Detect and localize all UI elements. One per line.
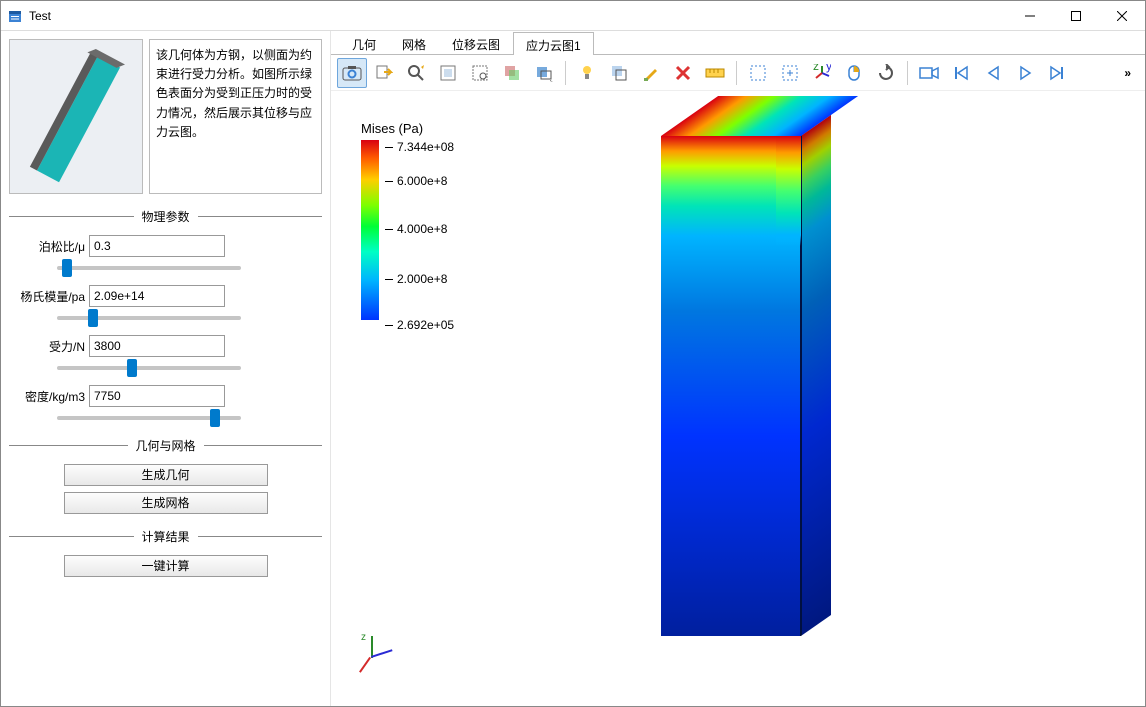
export-icon[interactable] <box>369 58 399 88</box>
poisson-label: 泊松比/μ <box>13 238 89 255</box>
legend-title: Mises (Pa) <box>361 121 423 136</box>
young-input[interactable] <box>89 285 225 307</box>
legend-tick: 7.344e+08 <box>397 140 454 154</box>
force-input[interactable] <box>89 335 225 357</box>
marquee-icon[interactable] <box>743 58 773 88</box>
svg-text:y: y <box>826 64 831 73</box>
maximize-button[interactable] <box>1053 1 1099 31</box>
compute-button[interactable]: 一键计算 <box>64 555 268 577</box>
toolbar-overflow[interactable]: » <box>1116 66 1139 80</box>
axes-triad: z <box>353 636 393 676</box>
young-label: 杨氏模量/pa <box>13 288 89 305</box>
legend-tick: 2.692e+05 <box>397 318 454 332</box>
delete-icon[interactable] <box>668 58 698 88</box>
play-icon[interactable] <box>1010 58 1040 88</box>
color-legend: Mises (Pa) 7.344e+08 6.000e+8 4.000e+8 2… <box>361 121 423 320</box>
section-physics: 物理参数 <box>9 208 322 225</box>
density-label: 密度/kg/m3 <box>13 388 89 405</box>
generate-mesh-button[interactable]: 生成网格 <box>64 492 268 514</box>
legend-tick: 6.000e+8 <box>397 174 447 188</box>
tab-displacement[interactable]: 位移云图 <box>439 31 513 54</box>
legend-tick: 4.000e+8 <box>397 222 447 236</box>
prev-frame-icon[interactable] <box>978 58 1008 88</box>
next-frame-icon[interactable] <box>1042 58 1072 88</box>
poisson-slider[interactable] <box>57 266 241 270</box>
young-slider[interactable] <box>57 316 241 320</box>
right-panel: 几何 网格 位移云图 应力云图1 zy <box>331 31 1145 706</box>
rotate-icon[interactable] <box>871 58 901 88</box>
tab-stress[interactable]: 应力云图1 <box>513 32 594 55</box>
section-geometry: 几何与网格 <box>9 437 322 454</box>
svg-text:z: z <box>813 64 819 73</box>
app-icon <box>7 8 23 24</box>
legend-colorbar <box>361 140 379 320</box>
tab-mesh[interactable]: 网格 <box>389 31 439 54</box>
toolbar: zy » <box>331 55 1145 91</box>
poisson-input[interactable] <box>89 235 225 257</box>
viewport-3d[interactable]: Mises (Pa) 7.344e+08 6.000e+8 4.000e+8 2… <box>331 91 1145 706</box>
select-box-icon[interactable] <box>497 58 527 88</box>
zoom-extents-icon[interactable] <box>433 58 463 88</box>
tab-geometry[interactable]: 几何 <box>339 31 389 54</box>
density-input[interactable] <box>89 385 225 407</box>
generate-geometry-button[interactable]: 生成几何 <box>64 464 268 486</box>
zoom-icon[interactable] <box>401 58 431 88</box>
left-panel: 该几何体为方钢，以侧面为约束进行受力分析。如图所示绿色表面分为受到正压力时的受力… <box>1 31 331 706</box>
section-results: 计算结果 <box>9 528 322 545</box>
lighting-icon[interactable] <box>572 58 602 88</box>
legend-tick: 2.000e+8 <box>397 272 447 286</box>
mouse-icon[interactable] <box>839 58 869 88</box>
axes-icon[interactable]: zy <box>807 58 837 88</box>
layers-icon[interactable] <box>529 58 559 88</box>
snapshot-icon[interactable] <box>337 58 367 88</box>
minimize-button[interactable] <box>1007 1 1053 31</box>
zoom-box-icon[interactable] <box>465 58 495 88</box>
description-text: 该几何体为方钢，以侧面为约束进行受力分析。如图所示绿色表面分为受到正压力时的受力… <box>149 39 322 194</box>
title-bar: Test <box>1 1 1145 31</box>
marquee-plus-icon[interactable] <box>775 58 805 88</box>
first-frame-icon[interactable] <box>946 58 976 88</box>
geometry-thumbnail <box>9 39 143 194</box>
brush-icon[interactable] <box>636 58 666 88</box>
density-slider[interactable] <box>57 416 241 420</box>
camera-icon[interactable] <box>914 58 944 88</box>
tab-bar: 几何 网格 位移云图 应力云图1 <box>331 31 1145 55</box>
window-title: Test <box>29 9 1007 23</box>
force-slider[interactable] <box>57 366 241 370</box>
transparency-icon[interactable] <box>604 58 634 88</box>
ruler-icon[interactable] <box>700 58 730 88</box>
close-button[interactable] <box>1099 1 1145 31</box>
force-label: 受力/N <box>13 338 89 355</box>
